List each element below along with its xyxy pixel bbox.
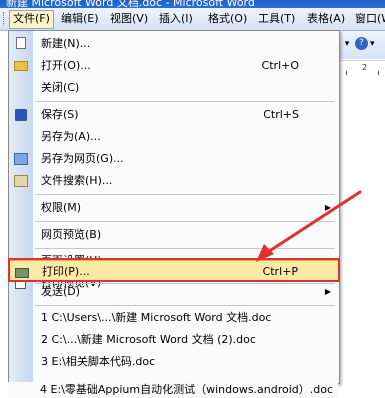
annotation-arrow-icon [256, 190, 362, 262]
arrow-head [256, 244, 274, 262]
arrow-shaft [266, 190, 362, 254]
